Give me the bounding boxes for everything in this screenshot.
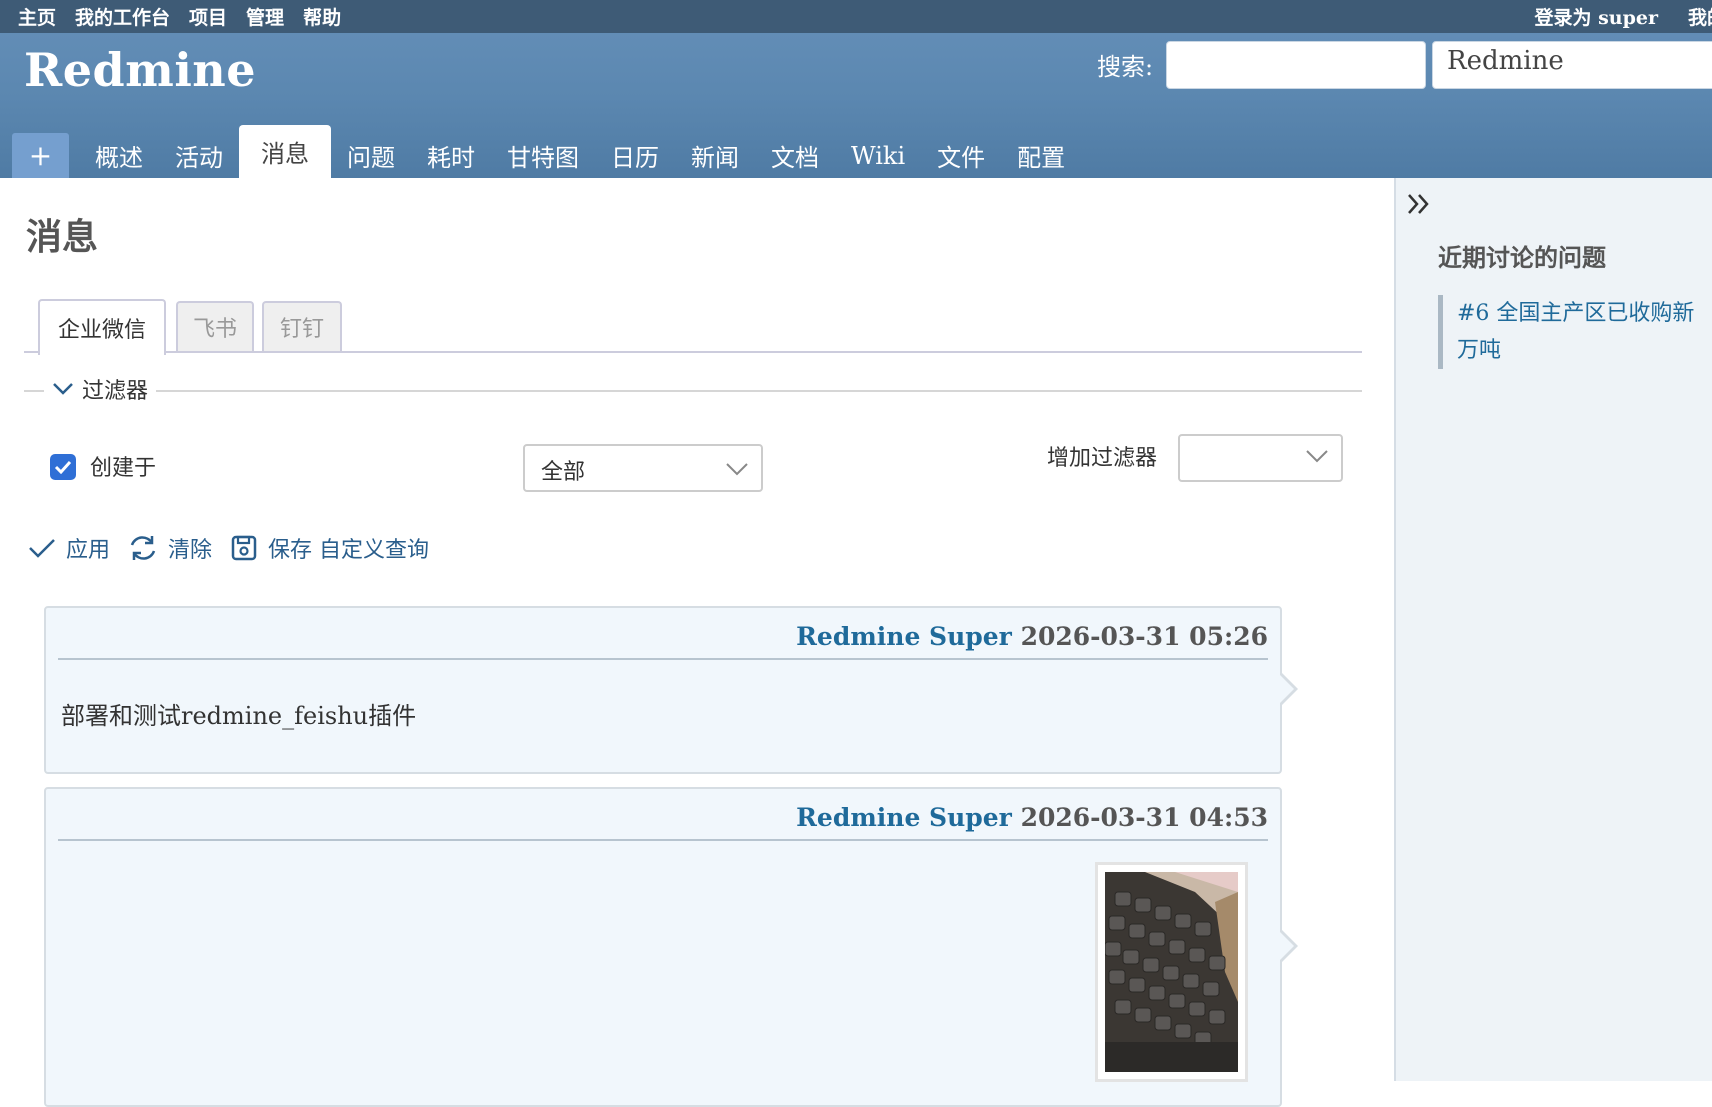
apply-button[interactable]: 应用 <box>28 532 110 564</box>
tab-files[interactable]: 文件 <box>921 133 1001 178</box>
tab-news[interactable]: 新闻 <box>675 133 755 178</box>
search-label: 搜索: <box>1097 53 1154 81</box>
apply-label: 应用 <box>66 538 111 563</box>
message-tabs: 企业微信 飞书 钉钉 <box>24 299 1362 355</box>
keyboard-photo-image <box>1105 872 1238 1072</box>
message-header: Redmine Super 2026-03-31 05:26 <box>58 622 1268 660</box>
message-author[interactable]: Redmine Super <box>796 803 1012 832</box>
query-actions: 应用 清除 保存 自定义查询 <box>28 532 439 564</box>
sidebar: 近期讨论的问题 #6 全国主产区已收购新 万吨 <box>1394 178 1712 1081</box>
main-menu: + 概述 活动 消息 问题 耗时 甘特图 日历 新闻 文档 Wiki 文件 配置 <box>12 125 1081 178</box>
tab-issues[interactable]: 问题 <box>331 133 411 178</box>
filters-legend-label: 过滤器 <box>82 379 149 404</box>
save-query-button[interactable]: 保存 自定义查询 <box>230 532 429 564</box>
clear-button[interactable]: 清除 <box>128 532 212 564</box>
recent-issues-list: #6 全国主产区已收购新 万吨 <box>1438 295 1712 369</box>
filters-toggle[interactable]: 过滤器 <box>44 373 157 405</box>
created-on-checkbox[interactable] <box>50 454 76 480</box>
tab-gantt[interactable]: 甘特图 <box>491 133 595 178</box>
floppy-disk-icon <box>231 535 257 561</box>
tab-calendar[interactable]: 日历 <box>595 133 675 178</box>
message-datetime: 2026-03-31 04:53 <box>1020 803 1268 832</box>
message-datetime: 2026-03-31 05:26 <box>1020 622 1268 651</box>
sidebar-toggle[interactable] <box>1406 190 1432 223</box>
message-author[interactable]: Redmine Super <box>796 622 1012 651</box>
tab-messages[interactable]: 消息 <box>239 125 331 178</box>
tab-feishu[interactable]: 飞书 <box>176 301 254 351</box>
sidebar-issue-link-cont[interactable]: 万吨 <box>1457 332 1712 369</box>
logged-as-user[interactable]: super <box>1598 7 1658 29</box>
tab-wecom[interactable]: 企业微信 <box>38 299 166 355</box>
top-menu-admin[interactable]: 管理 <box>246 3 284 30</box>
double-chevron-right-icon <box>1408 194 1429 214</box>
logged-as: 登录为 super <box>1534 3 1658 30</box>
message-header: Redmine Super 2026-03-31 04:53 <box>58 803 1268 841</box>
top-menu-my-account[interactable]: 我的 <box>1688 3 1712 30</box>
tab-dingtalk[interactable]: 钉钉 <box>262 301 342 351</box>
chevron-down-icon <box>52 377 74 402</box>
check-icon <box>29 539 55 558</box>
new-object-button[interactable]: + <box>12 133 69 178</box>
top-menu-help[interactable]: 帮助 <box>303 3 341 30</box>
chevron-down-icon <box>725 458 749 483</box>
tab-documents[interactable]: 文档 <box>755 133 835 178</box>
tab-wiki[interactable]: Wiki <box>835 133 921 178</box>
speech-arrow <box>1279 672 1298 706</box>
operator-value: 全部 <box>541 460 586 485</box>
tab-activity[interactable]: 活动 <box>159 133 239 178</box>
sidebar-issue-link[interactable]: #6 全国主产区已收购新 <box>1457 295 1712 332</box>
filters-divider <box>24 390 1362 392</box>
tab-time-entries[interactable]: 耗时 <box>411 133 491 178</box>
attachment-thumbnail[interactable] <box>1095 862 1248 1082</box>
content: 消息 企业微信 飞书 钉钉 过滤器 创建于 全部 增加过滤器 应用 清除 保存 … <box>0 178 1394 1107</box>
top-menu-my-page[interactable]: 我的工作台 <box>75 3 170 30</box>
project-jump-select[interactable]: Redmine <box>1432 41 1712 89</box>
speech-arrow <box>1279 929 1298 963</box>
search-input[interactable] <box>1166 41 1426 89</box>
top-menu: 主页 我的工作台 项目 管理 帮助 登录为 super 我的 <box>0 0 1712 33</box>
check-icon <box>54 460 72 474</box>
add-filter-select[interactable] <box>1178 434 1343 482</box>
sidebar-title: 近期讨论的问题 <box>1438 243 1606 272</box>
add-filter-label: 增加过滤器 <box>1047 446 1158 471</box>
header: Redmine 搜索: Redmine + 概述 活动 消息 问题 耗时 甘特图… <box>0 33 1712 178</box>
logo[interactable]: Redmine <box>24 43 256 97</box>
refresh-icon <box>130 536 156 560</box>
created-on-label: 创建于 <box>90 456 157 481</box>
message-text: 部署和测试redmine_feishu插件 <box>61 702 417 730</box>
created-on-operator-select[interactable]: 全部 <box>523 444 763 492</box>
message-item: Redmine Super 2026-03-31 05:26 部署和测试redm… <box>44 606 1298 774</box>
message-item: Redmine Super 2026-03-31 04:53 <box>44 787 1298 1107</box>
save-query-label: 保存 自定义查询 <box>268 538 430 563</box>
top-menu-projects[interactable]: 项目 <box>189 3 227 30</box>
chevron-down-icon <box>1305 448 1329 468</box>
page-title: 消息 <box>26 216 99 258</box>
logged-as-label: 登录为 <box>1534 7 1592 29</box>
clear-label: 清除 <box>168 538 213 563</box>
tab-settings[interactable]: 配置 <box>1001 133 1081 178</box>
top-menu-home[interactable]: 主页 <box>18 3 56 30</box>
tab-overview[interactable]: 概述 <box>79 133 159 178</box>
